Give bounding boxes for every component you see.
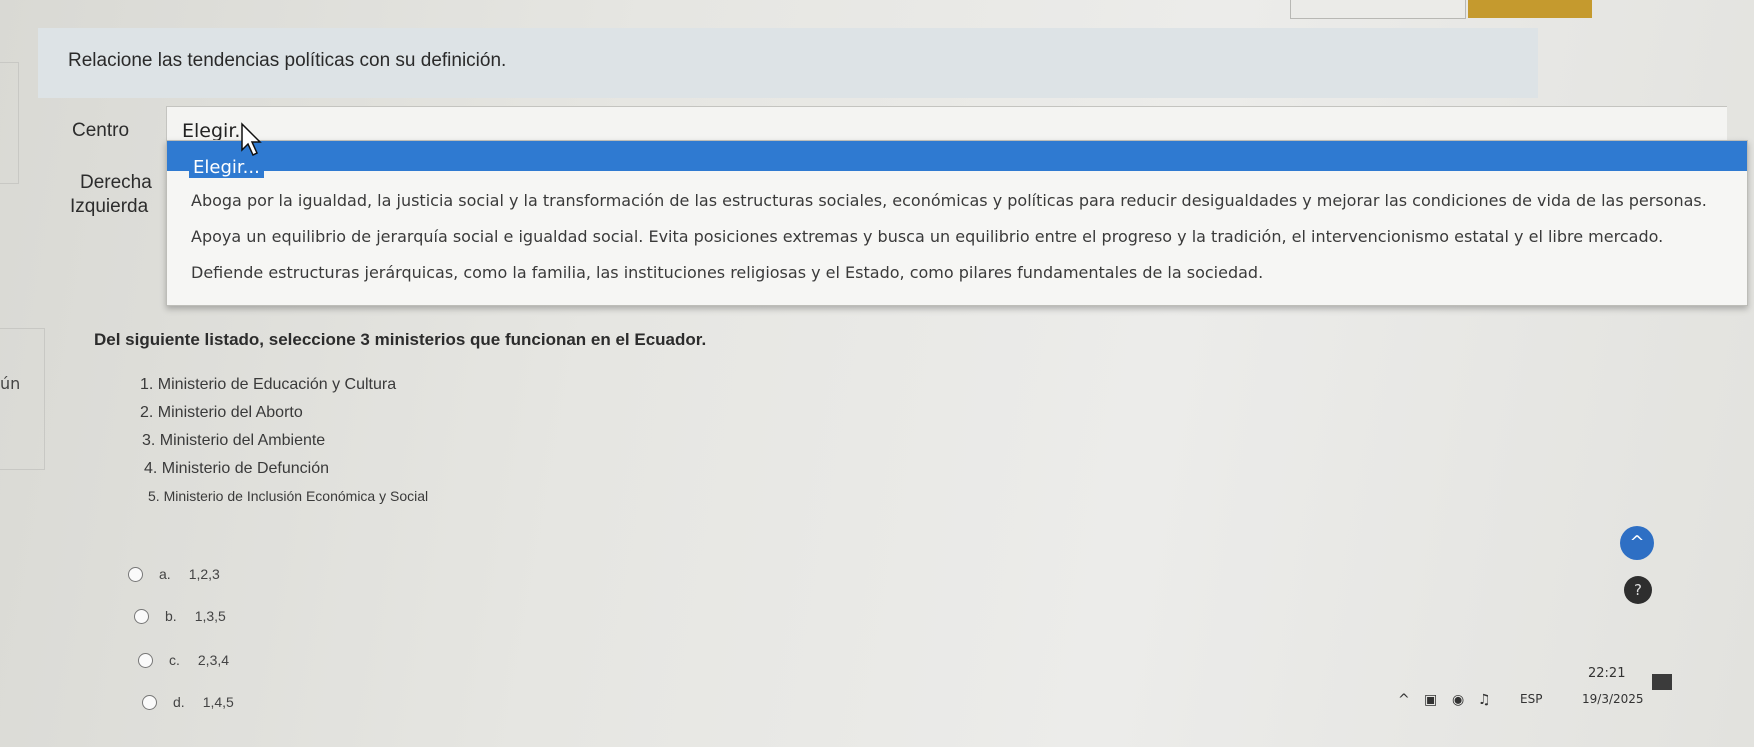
ministry-list-item: 5. Ministerio de Inclusión Económica y S… — [148, 488, 429, 504]
radio-button[interactable] — [134, 608, 149, 624]
radio-button[interactable] — [138, 652, 153, 668]
left-edge-panel-lower — [0, 328, 45, 470]
top-input-field[interactable] — [1290, 0, 1466, 19]
answer-value: 1,2,3 — [188, 566, 220, 582]
dropdown-option-derecha[interactable]: Defiende estructuras jerárquicas, como l… — [191, 263, 1263, 282]
ministry-list-item: 3. Ministerio del Ambiente — [142, 432, 326, 449]
answer-letter: b. — [165, 608, 177, 624]
clock-time[interactable]: 22:21 — [1588, 666, 1625, 681]
network-icon[interactable]: ▣ — [1424, 692, 1437, 708]
ministry-list-item: 4. Ministerio de Defunción — [144, 460, 329, 477]
answer-value: 1,3,5 — [194, 608, 226, 624]
ministry-list-item: 2. Ministerio del Aborto — [140, 404, 303, 421]
row-label-izquierda: Izquierda — [70, 196, 149, 217]
speaker-icon[interactable]: ♫ — [1478, 692, 1491, 708]
left-edge-panel — [0, 62, 19, 184]
answer-option-b[interactable]: b. 1,3,5 — [134, 608, 226, 624]
ministry-list-item: 1. Ministerio de Educación y Cultura — [140, 376, 397, 393]
globe-icon[interactable]: ◉ — [1452, 692, 1464, 708]
answer-option-c[interactable]: c. 2,3,4 — [138, 652, 229, 668]
left-edge-text: ún — [0, 374, 21, 393]
answer-value: 1,4,5 — [202, 694, 234, 710]
answer-option-a[interactable]: a. 1,2,3 — [128, 566, 220, 582]
select-derecha-dropdown[interactable]: Elegir... Aboga por la igualdad, la just… — [166, 140, 1748, 306]
answer-letter: a. — [159, 566, 171, 582]
dropdown-option-elegir[interactable]: Elegir... — [189, 157, 264, 178]
scroll-to-top-button[interactable]: ^ — [1620, 526, 1654, 560]
clock-date[interactable]: 19/3/2025 — [1582, 692, 1644, 706]
dropdown-option-centro[interactable]: Apoya un equilibrio de jerarquía social … — [191, 227, 1663, 246]
dropdown-option-izquierda[interactable]: Aboga por la igualdad, la justicia socia… — [191, 191, 1707, 210]
help-button[interactable]: ? — [1624, 576, 1652, 604]
question2-prompt: Del siguiente listado, seleccione 3 mini… — [94, 330, 707, 349]
radio-button[interactable] — [142, 694, 157, 710]
answer-letter: d. — [173, 694, 185, 710]
row-label-derecha: Derecha — [80, 172, 152, 193]
notification-icon[interactable] — [1652, 674, 1672, 690]
language-indicator[interactable]: ESP — [1520, 692, 1542, 706]
radio-button[interactable] — [128, 566, 143, 582]
answer-letter: c. — [169, 652, 180, 668]
question1-prompt: Relacione las tendencias políticas con s… — [68, 50, 507, 71]
top-accent-button[interactable] — [1468, 0, 1592, 18]
answer-option-d[interactable]: d. 1,4,5 — [142, 694, 234, 710]
answer-value: 2,3,4 — [197, 652, 230, 668]
mouse-cursor-icon — [241, 122, 262, 157]
dropdown-highlight-bar[interactable] — [167, 141, 1747, 171]
chevron-up-icon[interactable]: ^ — [1398, 692, 1410, 708]
row-label-centro: Centro — [72, 120, 130, 141]
